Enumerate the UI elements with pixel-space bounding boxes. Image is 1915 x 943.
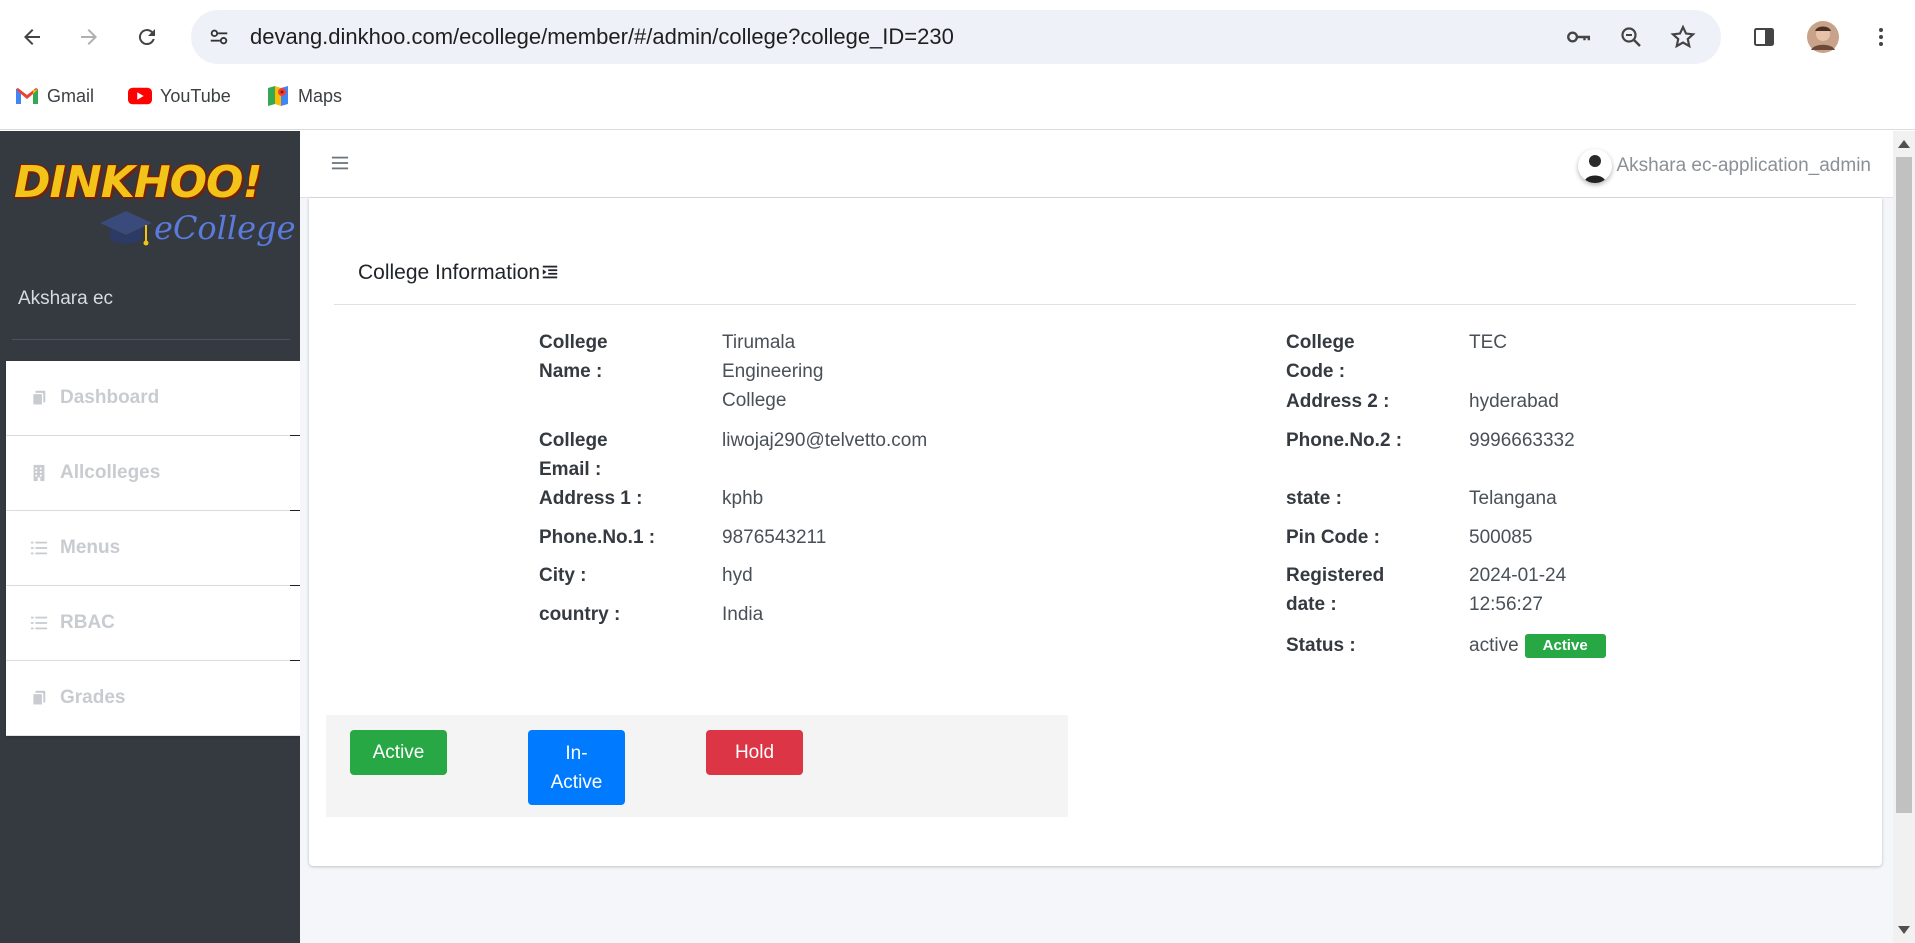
maps-icon [266, 84, 290, 108]
country-label: country : [539, 604, 621, 625]
copy-icon [28, 387, 50, 409]
sidebar-item-grades[interactable]: Grades [6, 661, 300, 736]
forward-button[interactable] [69, 17, 109, 57]
dinkhoo-logo[interactable]: DINKHOO! eCollege [12, 157, 296, 257]
college-info-card: College Information College Name : Tirum… [309, 198, 1882, 866]
bookmark-youtube[interactable]: YouTube [128, 84, 231, 108]
side-panel-icon[interactable] [1747, 20, 1781, 54]
arrow-left-icon [24, 29, 40, 45]
gmail-icon [15, 84, 39, 108]
status-value: active [1469, 635, 1519, 656]
youtube-icon [128, 84, 152, 108]
reload-button[interactable] [127, 17, 167, 57]
address-2-value: hyderabad [1469, 391, 1559, 412]
more-menu-icon[interactable] [1864, 20, 1898, 54]
phone-2-label: Phone.No.2 : [1286, 430, 1403, 451]
set-active-button[interactable]: Active [350, 730, 447, 775]
divider [334, 304, 1856, 305]
url-text[interactable]: devang.dinkhoo.com/ecollege/member/#/adm… [250, 24, 954, 50]
indent-list-icon[interactable] [541, 263, 561, 283]
status-label: Status : [1286, 635, 1356, 656]
college-name-label: College Name : [539, 332, 608, 382]
scroll-up-icon[interactable] [1898, 140, 1910, 148]
sidebar: DINKHOO! eCollege Akshara ec Dashboard A… [0, 131, 300, 943]
sidebar-user-name[interactable]: Akshara ec [18, 288, 113, 310]
scroll-thumb[interactable] [1896, 157, 1912, 813]
address-1-value: kphb [722, 488, 764, 509]
page-scrollbar[interactable] [1893, 131, 1915, 943]
college-email-label: College Email : [539, 430, 608, 480]
sidebar-item-label: RBAC [60, 612, 115, 633]
pin-code-value: 500085 [1469, 527, 1533, 548]
avatar [1578, 149, 1613, 183]
admin-user-menu[interactable]: Akshara ec-application_admin [1578, 149, 1871, 183]
status-badge: Active [1524, 633, 1606, 658]
graduation-cap-icon [100, 211, 152, 246]
address-2-label: Address 2 : [1286, 391, 1390, 412]
hamburger-menu-icon[interactable] [327, 150, 353, 176]
registered-date-label: Registered date : [1286, 565, 1385, 615]
college-name-value: Tirumala Engineering College [722, 332, 824, 411]
divider [12, 339, 290, 340]
arrow-right-icon [81, 29, 97, 45]
logo-text: DINKHOO! [14, 157, 263, 208]
status-value-wrap: active Active [1469, 631, 1606, 660]
college-code-value: TEC [1469, 332, 1507, 353]
set-inactive-button[interactable]: In-Active [528, 730, 625, 805]
back-button[interactable] [12, 17, 52, 57]
sidebar-item-rbac[interactable]: RBAC [6, 586, 300, 664]
address-1-label: Address 1 : [539, 488, 643, 509]
logo-subtext: eCollege [154, 209, 296, 247]
card-title: College Information [358, 261, 561, 285]
state-label: state : [1286, 488, 1342, 509]
list-icon [28, 537, 50, 559]
sidebar-item-dashboard[interactable]: Dashboard [6, 361, 300, 439]
bookmark-gmail[interactable]: Gmail [15, 84, 94, 108]
address-bar[interactable]: devang.dinkhoo.com/ecollege/member/#/adm… [191, 10, 1721, 64]
bookmark-maps[interactable]: Maps [266, 84, 342, 108]
registered-date-value: 2024-01-24 12:56:27 [1469, 565, 1567, 615]
phone-2-value: 9996663332 [1469, 430, 1575, 451]
profile-avatar[interactable] [1806, 20, 1840, 54]
copy-icon [28, 687, 50, 709]
phone-1-value: 9876543211 [722, 527, 827, 548]
admin-user-label: Akshara ec-application_admin [1616, 155, 1871, 176]
city-label: City : [539, 565, 587, 586]
set-hold-button[interactable]: Hold [706, 730, 803, 775]
scroll-down-icon[interactable] [1898, 926, 1910, 934]
list-icon [28, 612, 50, 634]
phone-1-label: Phone.No.1 : [539, 527, 656, 548]
reload-icon [138, 29, 155, 46]
sidebar-item-label: Allcolleges [60, 462, 161, 483]
city-value: hyd [722, 565, 753, 586]
country-value: India [722, 604, 764, 625]
sidebar-item-label: Grades [60, 687, 126, 708]
status-action-panel: Active In-Active Hold [326, 715, 1068, 817]
browser-chrome: devang.dinkhoo.com/ecollege/member/#/adm… [0, 0, 1915, 130]
bookmark-star-icon[interactable] [1670, 24, 1696, 50]
sidebar-item-allcolleges[interactable]: Allcolleges [6, 436, 300, 514]
sidebar-item-menus[interactable]: Menus [6, 511, 300, 589]
college-code-label: College Code : [1286, 332, 1355, 382]
sidebar-menu: Dashboard Allcolleges Menus RBAC Grades [6, 361, 300, 736]
key-icon[interactable] [1565, 24, 1591, 50]
sidebar-item-label: Dashboard [60, 387, 160, 408]
sidebar-item-label: Menus [60, 537, 121, 558]
college-email-value: liwojaj290@telvetto.com [722, 430, 928, 451]
site-settings-icon[interactable] [206, 24, 232, 50]
building-icon [28, 462, 50, 484]
state-value: Telangana [1469, 488, 1557, 509]
top-navbar: Akshara ec-application_admin [300, 131, 1893, 198]
zoom-icon[interactable] [1618, 24, 1644, 50]
bookmarks-bar: Gmail YouTube Maps [0, 78, 1915, 116]
pin-code-label: Pin Code : [1286, 527, 1380, 548]
